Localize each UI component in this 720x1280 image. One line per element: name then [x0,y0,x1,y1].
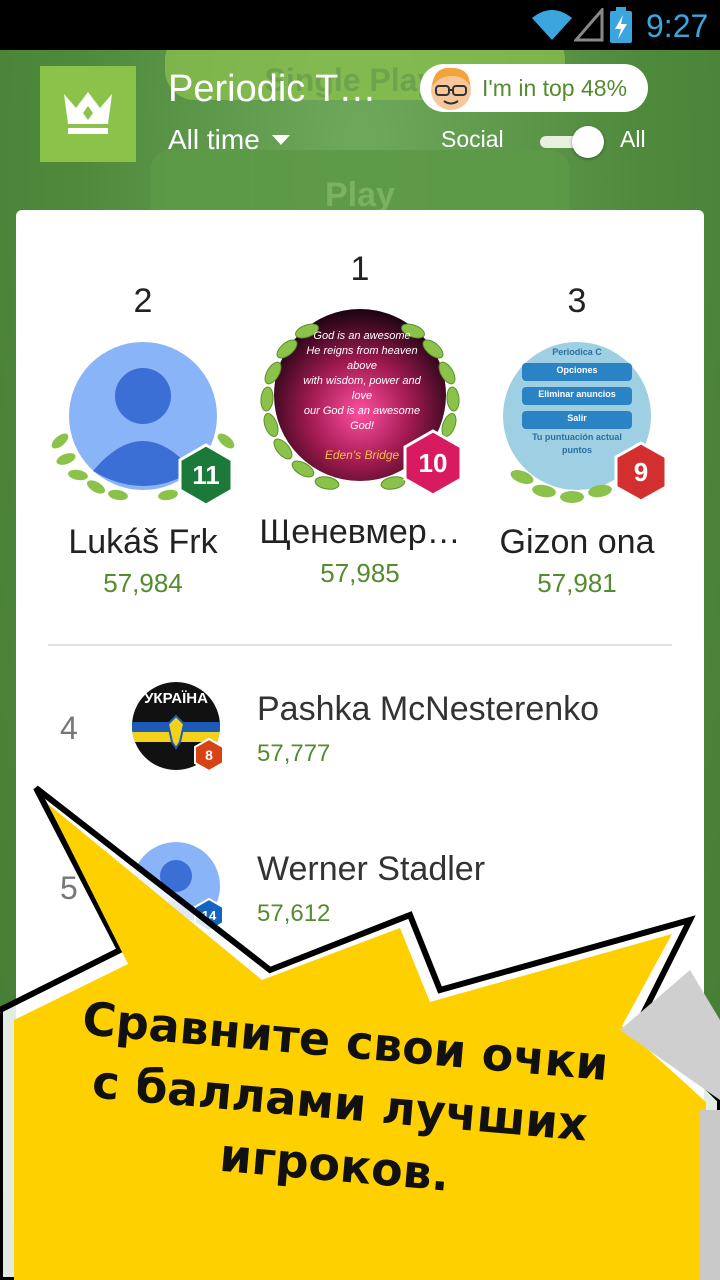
avatar: 11 [48,341,238,511]
player-score: 57,777 [257,740,331,767]
rank-percentile: I'm in top 48% [482,75,628,101]
wifi-icon [532,10,572,40]
podium-rank: 2 [133,282,153,320]
chevron-down-icon [271,135,290,145]
signal-icon [574,8,604,42]
avatar: God is an awesome He reigns from heaven … [255,303,465,503]
social-all-toggle[interactable] [540,124,604,158]
podium-item-3[interactable]: 3 Periodica C Opciones Eliminar anuncios… [467,282,687,599]
avatar: Periodica C Opciones Eliminar anuncios S… [482,341,672,511]
rank-badge[interactable]: I'm in top 48% [420,64,648,112]
podium-rank: 3 [567,282,587,320]
player-score: 57,984 [103,568,183,598]
clock: 9:27 [646,8,709,44]
podium-item-1[interactable]: 1 God is an awesome He reigns from heave… [250,250,470,589]
level-badge: 8 [194,738,224,772]
player-score: 57,985 [320,558,400,588]
avatar-text: Periodica C Opciones Eliminar anuncios S… [532,347,622,455]
timeframe-label: All time [168,124,260,155]
player-name: Lukáš Frk [68,523,218,561]
toggle-knob [572,126,604,158]
podium-rank: 1 [350,250,370,288]
level-badge: 9 [614,441,668,503]
leaderboard-header: Periodic T… All time I'm in top 48% Soci… [0,50,720,210]
promo-banner: Сравните свои очки с баллами лучших игро… [0,780,720,1280]
player-name: Щеневмер… [259,513,461,551]
status-bar: 9:27 [0,0,720,50]
podium-item-2[interactable]: 2 11 Lukáš Frk 57,984 [33,282,253,599]
timeframe-dropdown[interactable]: All time [168,124,290,156]
crown-icon [40,66,136,162]
all-label: All [620,126,646,152]
leaderboard-title: Periodic T… [168,68,377,110]
list-rank: 4 [60,710,78,746]
player-name: Pashka McNesterenko [257,690,600,728]
divider [48,644,672,646]
player-avatar-icon [431,67,471,110]
level-badge: 11 [178,443,234,507]
social-label: Social [441,126,504,152]
level-badge: 10 [403,429,463,497]
player-score: 57,981 [537,568,617,598]
battery-charging-icon [610,7,632,43]
player-name: Gizon ona [499,523,655,561]
